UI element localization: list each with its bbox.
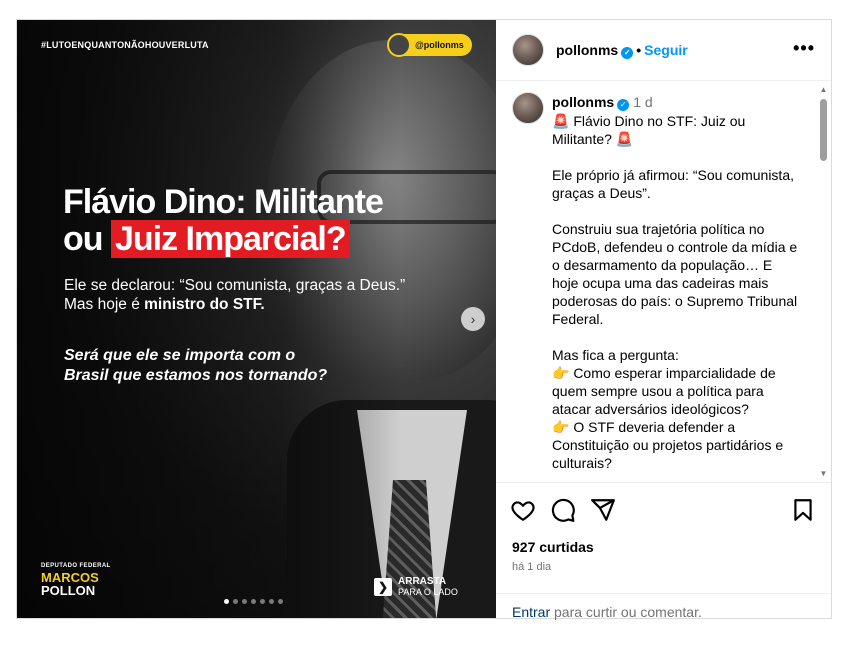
share-icon[interactable] (590, 497, 616, 523)
login-link[interactable]: Entrar (512, 604, 550, 620)
headline-line1: Flávio Dino: Militante (63, 183, 384, 221)
header-separator: • (636, 42, 642, 58)
question-line2: Brasil que estamos nos tornando? (64, 367, 328, 384)
post-sidebar: pollonms ✓ • Seguir ••• pollonms ✓ 1 d 🚨 Fláv… (496, 20, 831, 620)
comment-icon[interactable] (550, 497, 576, 523)
image-question: Será que ele se importa com o Brasil que… (64, 346, 327, 386)
comment-login-bar: Entrar para curtir ou comentar. (496, 593, 831, 620)
carousel-dots (224, 599, 283, 604)
headline-prefix: ou (63, 220, 111, 258)
caption-area[interactable]: pollonms ✓ 1 d 🚨 Flávio Dino no STF: Juiz … (496, 82, 831, 478)
more-options-icon[interactable]: ••• (793, 38, 815, 59)
carousel-dot (224, 599, 229, 604)
carousel-dot (278, 599, 283, 604)
post-header: pollonms ✓ • Seguir ••• (496, 20, 831, 81)
subtitle-line2: Mas hoje é ministro do STF. (64, 295, 405, 314)
scroll-up-icon[interactable]: ▲ (819, 85, 828, 94)
caption-text: 🚨 Flávio Dino no STF: Juiz ou Militante?… (552, 113, 798, 471)
next-slide-button[interactable]: › (461, 307, 485, 331)
post-age[interactable]: há 1 dia (512, 561, 551, 573)
action-bar: 927 curtidas há 1 dia Entrar para curtir… (496, 482, 831, 620)
follow-button[interactable]: Seguir (644, 42, 688, 58)
verified-badge-icon: ✓ (617, 99, 630, 111)
logo-small: DEPUTADO FEDERAL (41, 563, 111, 569)
scroll-down-icon[interactable]: ▼ (819, 469, 828, 478)
headline-line2: ou Juiz Imparcial? (63, 220, 383, 258)
avatar[interactable] (512, 34, 544, 66)
scroll-thumb[interactable] (820, 99, 827, 161)
header-username[interactable]: pollonms (556, 42, 618, 58)
likes-count[interactable]: 927 curtidas (512, 539, 594, 555)
subtitle-line1: Ele se declarou: “Sou comunista, graças … (64, 277, 406, 294)
post-image[interactable]: #LUTOENQUANTONÃOHOUVERLUTA @pollonms Flá… (17, 20, 496, 618)
carousel-dot (260, 599, 265, 604)
comment-hint: para curtir ou comentar. (550, 604, 702, 620)
subtitle-prefix: Mas hoje é (64, 296, 145, 313)
caption-header: pollonms ✓ 1 d (552, 94, 653, 111)
image-subtitle: Ele se declarou: “Sou comunista, graças … (64, 276, 405, 314)
carousel-dot (233, 599, 238, 604)
like-heart-icon[interactable] (510, 497, 536, 523)
swipe-line1: ARRASTA (398, 576, 447, 587)
image-headline: Flávio Dino: Militante ou Juiz Imparcial… (63, 183, 384, 258)
swipe-arrow-icon: ❯ (374, 578, 392, 596)
swipe-hint: ❯ ARRASTA PARA O LADO (374, 576, 458, 598)
caption-username[interactable]: pollonms (552, 94, 614, 110)
carousel-dot (251, 599, 256, 604)
caption-time[interactable]: 1 d (633, 94, 652, 110)
caption-scrollbar[interactable]: ▲ ▼ (819, 85, 828, 478)
logo-name2: POLLON (41, 583, 96, 598)
headline-highlight: Juiz Imparcial? (110, 220, 350, 258)
swipe-line2: PARA O LADO (398, 587, 458, 597)
subtitle-bold: ministro do STF. (144, 296, 265, 313)
caption-avatar[interactable] (512, 92, 544, 124)
question-line1: Será que ele se importa com o (64, 347, 296, 364)
carousel-dot (269, 599, 274, 604)
brand-logo: DEPUTADO FEDERAL MARCOS POLLON (41, 563, 111, 597)
bookmark-icon[interactable] (790, 497, 816, 523)
header-user: pollonms ✓ • Seguir (556, 42, 688, 59)
verified-badge-icon: ✓ (621, 47, 634, 59)
handle-text: @pollonms (415, 40, 464, 50)
image-handle-tag: @pollonms (387, 33, 472, 57)
image-hashtag: #LUTOENQUANTONÃOHOUVERLUTA (41, 40, 209, 50)
post-modal: #LUTOENQUANTONÃOHOUVERLUTA @pollonms Flá… (16, 19, 832, 620)
handle-avatar (387, 33, 411, 57)
image-overlay (17, 20, 496, 618)
carousel-dot (242, 599, 247, 604)
